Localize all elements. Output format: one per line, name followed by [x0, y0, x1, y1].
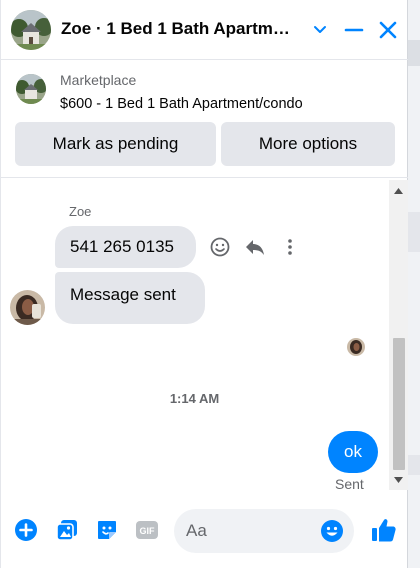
thread-scrollbar[interactable] [389, 180, 408, 490]
gif-icon[interactable]: GIF [134, 517, 160, 543]
sticker-icon[interactable] [94, 517, 120, 543]
page-edge-block [408, 40, 420, 66]
incoming-message[interactable]: 541 265 0135 [55, 226, 196, 268]
listing-avatar[interactable] [11, 10, 51, 50]
react-icon[interactable] [207, 234, 233, 260]
chat-window: Zoe · 1 Bed 1 Bath Apartm… Marketplace $… [0, 0, 408, 568]
chat-title[interactable]: Zoe · 1 Bed 1 Bath Apartm… [61, 19, 299, 39]
sender-avatar[interactable] [10, 290, 45, 325]
scroll-down-arrow-icon[interactable] [389, 471, 408, 488]
listing-source-label: Marketplace [60, 72, 137, 88]
marketplace-listing: Marketplace $600 - 1 Bed 1 Bath Apartmen… [1, 62, 408, 178]
message-timestamp: 1:14 AM [169, 391, 220, 406]
thumbs-up-icon[interactable] [369, 515, 399, 545]
more-options-button[interactable]: More options [221, 122, 395, 166]
sent-status: Sent [335, 476, 364, 492]
minimize-icon[interactable] [340, 16, 368, 44]
close-icon[interactable] [374, 16, 402, 44]
chevron-down-icon[interactable] [306, 16, 334, 44]
plus-icon[interactable] [13, 517, 39, 543]
svg-text:GIF: GIF [140, 526, 156, 536]
message-input-wrapper[interactable] [174, 509, 354, 553]
scrollbar-thumb[interactable] [393, 338, 405, 470]
photo-icon[interactable] [54, 517, 80, 543]
page-edge-block [408, 455, 420, 475]
chat-header[interactable]: Zoe · 1 Bed 1 Bath Apartm… [1, 0, 408, 60]
page-edge-block [408, 212, 420, 252]
seen-receipt-avatar [347, 338, 365, 356]
message-composer: GIF [1, 500, 408, 564]
emoji-icon[interactable] [320, 519, 344, 543]
incoming-message[interactable]: Message sent [55, 272, 205, 324]
outgoing-message[interactable]: ok [328, 431, 378, 473]
listing-thumbnail[interactable] [16, 74, 46, 104]
message-thread[interactable]: Zoe 541 265 0135 Message sent 1:14 AM ok… [1, 180, 388, 498]
listing-title[interactable]: $600 - 1 Bed 1 Bath Apartment/condo [60, 96, 303, 112]
reply-icon[interactable] [242, 234, 268, 260]
scroll-up-arrow-icon[interactable] [389, 182, 408, 199]
page-background-edge [408, 0, 420, 568]
more-actions-icon[interactable] [277, 234, 303, 260]
mark-as-pending-button[interactable]: Mark as pending [15, 122, 216, 166]
sender-name: Zoe [69, 204, 92, 219]
message-input[interactable] [186, 509, 316, 553]
